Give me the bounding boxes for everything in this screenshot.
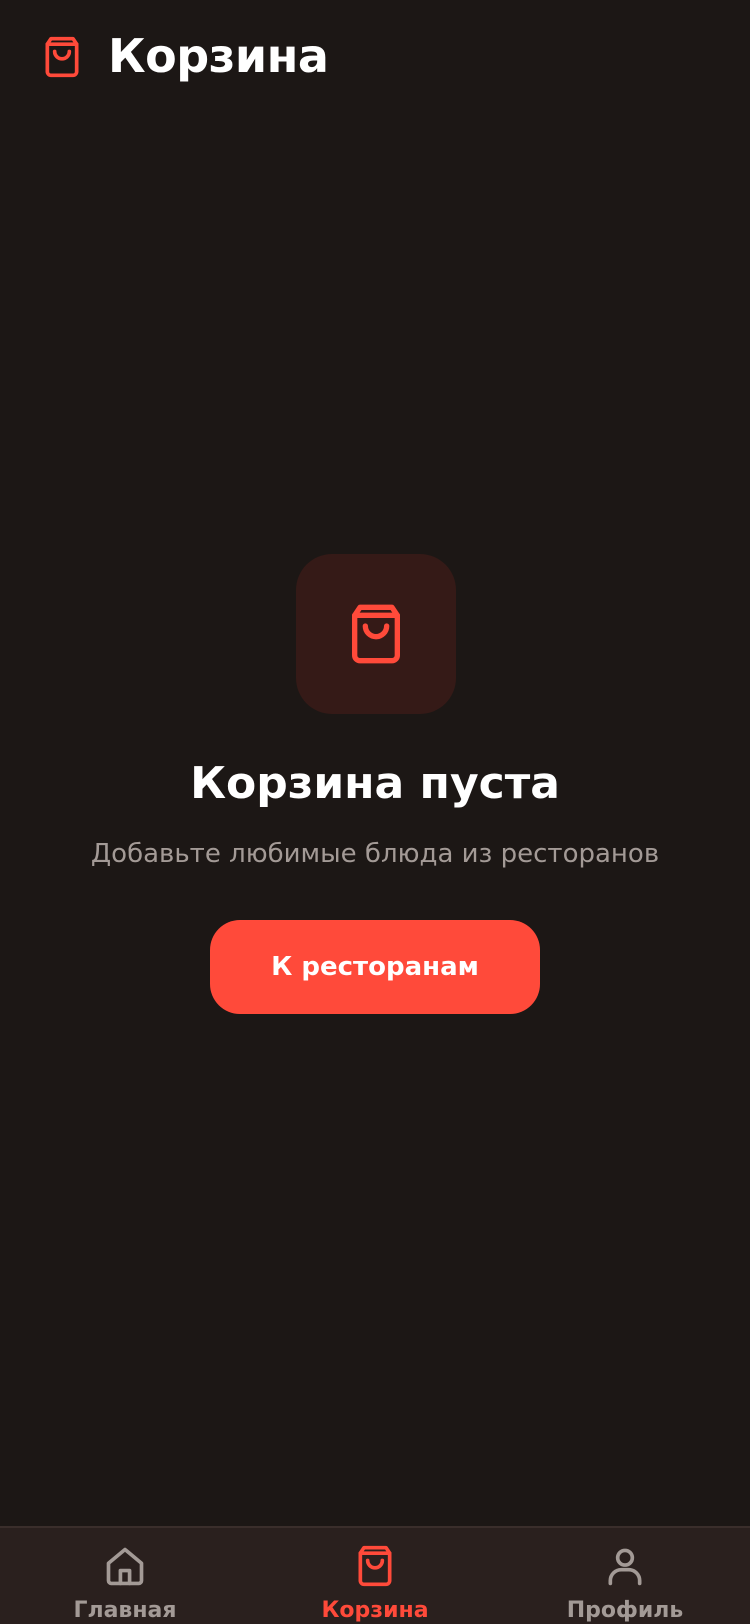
nav-label-profile: Профиль <box>566 1598 684 1623</box>
user-icon <box>608 1548 642 1586</box>
nav-label-home: Главная <box>73 1598 177 1623</box>
nav-label-cart: Корзина <box>321 1598 429 1623</box>
shopping-bag-icon <box>352 604 400 664</box>
empty-cart-subtitle: Добавьте любимые блюда из ресторанов <box>90 839 660 869</box>
shopping-bag-icon <box>45 36 79 78</box>
shopping-bag-icon <box>358 1545 392 1587</box>
nav-item-home[interactable]: Главная <box>0 1528 250 1624</box>
empty-cart-title: Корзина пуста <box>190 758 560 809</box>
app-header: Корзина <box>0 0 750 116</box>
bottom-nav: Главная Корзина Профиль <box>0 1526 750 1624</box>
to-restaurants-button[interactable]: К ресторанам <box>210 920 540 1014</box>
nav-item-profile[interactable]: Профиль <box>500 1528 750 1624</box>
page-title: Корзина <box>108 29 329 83</box>
home-icon <box>106 1547 144 1586</box>
nav-item-cart[interactable]: Корзина <box>250 1528 500 1624</box>
empty-cart-icon-box <box>296 554 456 714</box>
